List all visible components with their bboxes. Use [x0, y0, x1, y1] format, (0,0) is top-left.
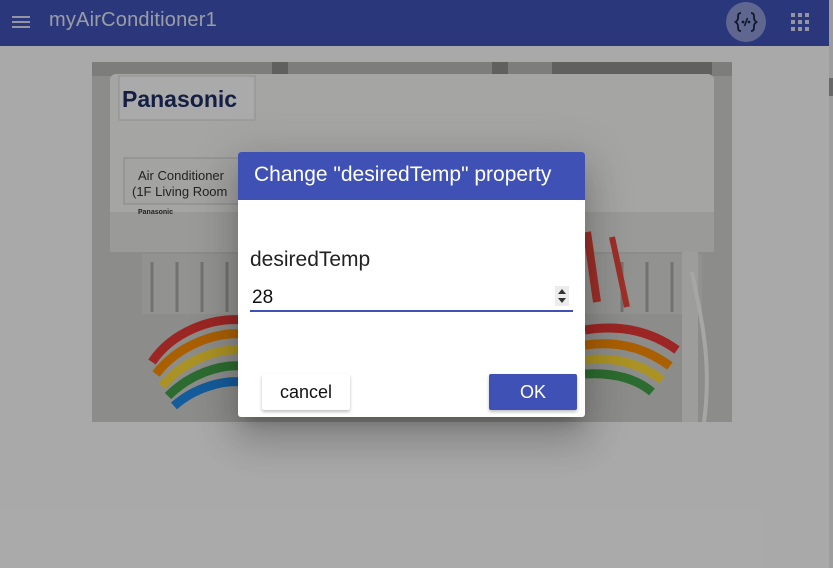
cancel-button[interactable]: cancel	[262, 374, 350, 410]
ok-button[interactable]: OK	[489, 374, 577, 410]
change-property-dialog: Change "desiredTemp" property desiredTem…	[238, 152, 585, 417]
spinner-up-icon[interactable]	[558, 289, 566, 294]
dialog-title: Change "desiredTemp" property	[238, 152, 585, 200]
desired-temp-input[interactable]	[250, 284, 573, 312]
field-label: desiredTemp	[250, 248, 371, 271]
spinner-down-icon[interactable]	[558, 298, 566, 303]
number-spinner[interactable]	[555, 286, 569, 306]
